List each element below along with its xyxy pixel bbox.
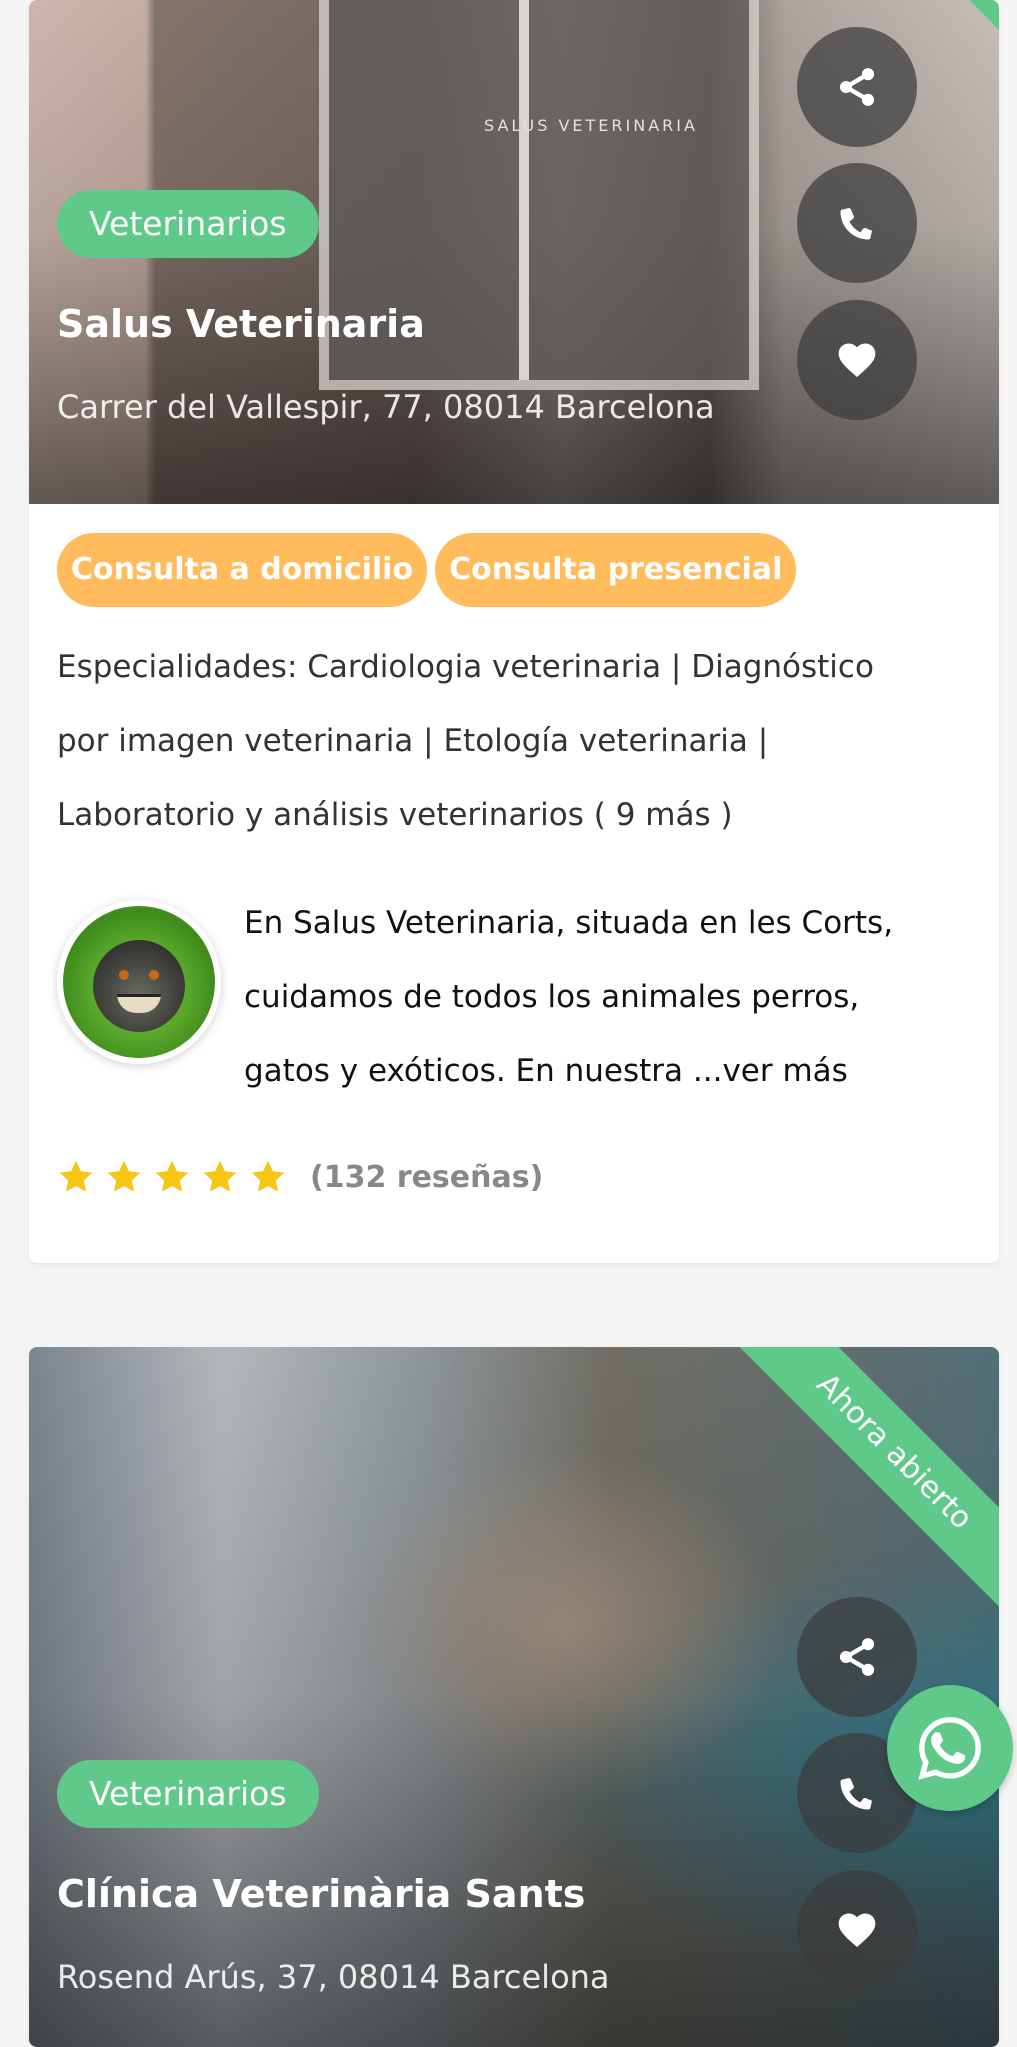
monkey-face (93, 940, 185, 1032)
specialties-text: Especialidades: Cardiologia veterinaria … (57, 630, 937, 852)
listing-card-salus[interactable]: SALUS VETERINARIA Veterinarios Salus Vet… (29, 0, 999, 1263)
specialties-line: Laboratorio y análisis veterinarios ( 9 … (57, 797, 733, 833)
call-button[interactable] (797, 163, 917, 283)
listing-address: Carrer del Vallespir, 77, 08014 Barcelon… (57, 388, 715, 426)
listing-hero-image[interactable]: SALUS VETERINARIA Veterinarios Salus Vet… (29, 0, 999, 504)
description-line: cuidamos de todos los animales perros, (244, 979, 860, 1015)
listing-hero-image[interactable]: Ahora abierto Veterinarios Clínica Veter… (29, 1347, 999, 2047)
share-button[interactable] (797, 1597, 917, 1717)
phone-icon (840, 1778, 873, 1810)
open-status-label: Ahora abierto (739, 1347, 999, 1607)
service-tags: Consulta a domicilio Consulta presencial (57, 533, 797, 607)
whatsapp-icon (918, 1717, 981, 1780)
specialties-line: por imagen veterinaria | Etología veteri… (57, 723, 769, 759)
description-line: gatos y exóticos. En nuestra ...ver más (244, 1034, 944, 1108)
favorite-button[interactable] (797, 300, 917, 420)
heart-icon (838, 343, 876, 378)
share-icon (839, 1638, 875, 1676)
door-split (519, 0, 529, 380)
description-line: En Salus Veterinaria, situada en les Cor… (244, 905, 894, 941)
open-ribbon: Ahora abierto (739, 1347, 999, 1607)
phone-icon (840, 208, 873, 240)
avatar-mouth (117, 994, 161, 1013)
whatsapp-button[interactable] (887, 1685, 1013, 1811)
listing-description: En Salus Veterinaria, situada en les Cor… (244, 886, 944, 1108)
open-ribbon-corner (969, 0, 999, 30)
read-more-link[interactable]: ...ver más (693, 1053, 848, 1089)
star-icon (155, 1160, 189, 1192)
reviews-count[interactable]: (132 reseñas) (310, 1160, 543, 1195)
listing-title[interactable]: Salus Veterinaria (57, 302, 425, 346)
door-sign: SALUS VETERINARIA (484, 116, 698, 135)
star-icon (59, 1160, 93, 1192)
listing-address: Rosend Arús, 37, 08014 Barcelona (57, 1958, 610, 1996)
heart-icon (838, 1913, 876, 1948)
listing-avatar (57, 900, 221, 1064)
tag-in-person: Consulta presencial (435, 533, 797, 607)
share-button[interactable] (797, 27, 917, 147)
listing-card-sants[interactable]: Ahora abierto Veterinarios Clínica Veter… (29, 1347, 999, 2047)
category-badge[interactable]: Veterinarios (57, 190, 319, 258)
listing-title[interactable]: Clínica Veterinària Sants (57, 1872, 585, 1916)
share-icon (839, 68, 875, 106)
star-icon (107, 1160, 141, 1192)
description-text: gatos y exóticos. En nuestra (244, 1053, 693, 1089)
tag-home-visit: Consulta a domicilio (57, 533, 428, 607)
specialties-line: Especialidades: Cardiologia veterinaria … (57, 649, 874, 685)
favorite-button[interactable] (797, 1870, 917, 1990)
rating-stars (57, 1158, 287, 1196)
avatar-eye (119, 970, 129, 980)
category-badge[interactable]: Veterinarios (57, 1760, 319, 1828)
avatar-eye (149, 970, 159, 980)
star-icon (203, 1160, 237, 1192)
star-icon (251, 1160, 285, 1192)
